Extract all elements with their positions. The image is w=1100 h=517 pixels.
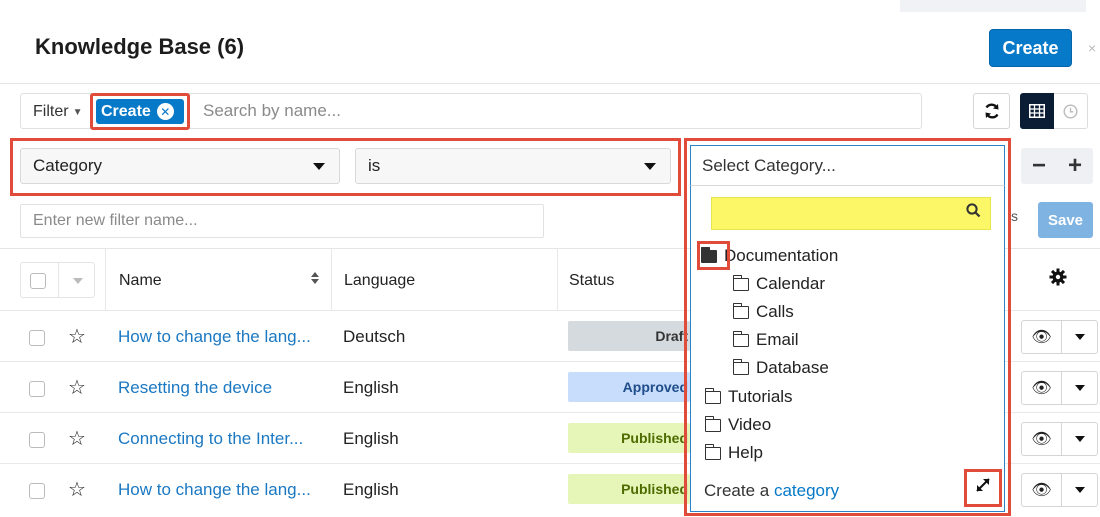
language-cell: English (343, 429, 399, 448)
preview-eye-icon[interactable]: 👁 (1022, 423, 1062, 455)
top-right-region (900, 0, 1086, 12)
preview-eye-icon[interactable]: 👁 (1022, 474, 1062, 506)
filter-operator-select[interactable]: is (355, 148, 671, 184)
chevron-down-icon: ▼ (72, 106, 83, 118)
save-button[interactable]: Save (1038, 202, 1093, 238)
row-actions-dropdown[interactable] (1062, 321, 1097, 353)
filter-field-value: Category (33, 156, 102, 175)
sort-icon[interactable] (310, 271, 320, 288)
filter-operator-value: is (368, 156, 381, 175)
row-actions-dropdown[interactable] (1062, 423, 1097, 455)
refresh-icon (984, 103, 999, 119)
caret-down-icon (313, 163, 325, 170)
active-filter-pill-label: Create (101, 102, 151, 120)
grid-view-icon (1029, 104, 1045, 118)
star-icon[interactable]: ☆ (68, 426, 86, 451)
language-cell: English (343, 480, 399, 499)
language-cell: English (343, 378, 399, 397)
active-filter-pill[interactable]: Create ✕ (96, 99, 184, 124)
row-checkbox[interactable] (29, 483, 45, 499)
star-icon[interactable]: ☆ (68, 324, 86, 349)
refresh-button[interactable] (973, 93, 1010, 129)
row-checkbox[interactable] (29, 330, 45, 346)
list-view-toggle[interactable] (1020, 93, 1054, 129)
row-actions-dropdown[interactable] (1062, 372, 1097, 404)
clock-icon (1063, 103, 1078, 119)
search-input[interactable]: Search by name... (203, 101, 341, 121)
remove-row-button[interactable]: − (1032, 152, 1046, 180)
language-cell: Deutsch (343, 327, 406, 346)
caret-down-icon (644, 163, 656, 170)
status-badge: Draft (568, 321, 690, 351)
preview-eye-icon[interactable]: 👁 (1022, 321, 1062, 353)
row-checkbox[interactable] (29, 381, 45, 397)
star-icon[interactable]: ☆ (68, 477, 86, 502)
folder-toggle-highlight (697, 241, 730, 270)
preview-eye-icon[interactable]: 👁 (1022, 372, 1062, 404)
filter-label: Filter (33, 103, 69, 120)
status-badge: Published (568, 423, 690, 453)
select-all-control[interactable] (20, 262, 95, 298)
category-dropdown-highlight (684, 138, 1011, 516)
activity-stream-toggle[interactable] (1054, 93, 1088, 129)
mass-actions-caret-icon[interactable] (73, 278, 83, 284)
gear-icon[interactable] (1049, 268, 1067, 292)
row-actions: 👁 (1021, 422, 1098, 456)
select-all-checkbox[interactable] (30, 273, 46, 289)
record-name-link[interactable]: How to change the lang... (118, 327, 311, 347)
header-divider (0, 83, 1100, 84)
row-actions: 👁 (1021, 473, 1098, 507)
record-name-link[interactable]: Resetting the device (118, 378, 272, 398)
page-title: Knowledge Base (6) (35, 34, 245, 59)
status-badge: Approved (568, 372, 690, 402)
filter-dropdown-button[interactable]: Filter ▼ (33, 100, 82, 124)
column-header-status[interactable]: Status (569, 272, 614, 290)
column-header-language[interactable]: Language (344, 272, 415, 290)
column-header-name[interactable]: Name (119, 272, 162, 290)
expand-highlight (964, 469, 1002, 507)
remove-filter-icon[interactable]: ✕ (156, 103, 174, 120)
filter-field-select[interactable]: Category (20, 148, 340, 184)
row-checkbox[interactable] (29, 432, 45, 448)
filter-name-input[interactable]: Enter new filter name... (20, 204, 544, 238)
star-icon[interactable]: ☆ (68, 375, 86, 400)
row-actions: 👁 (1021, 320, 1098, 354)
record-name-link[interactable]: How to change the lang... (118, 480, 311, 500)
row-actions-dropdown[interactable] (1062, 474, 1097, 506)
cancel-link-fragment: s (1011, 208, 1018, 224)
create-button[interactable]: Create (989, 29, 1072, 67)
filter-row-controls: − + (1021, 148, 1093, 184)
row-actions: 👁 (1021, 371, 1098, 405)
close-icon[interactable]: × (1088, 40, 1096, 56)
add-row-button[interactable]: + (1068, 152, 1082, 180)
status-badge: Published (568, 474, 690, 504)
record-name-link[interactable]: Connecting to the Inter... (118, 429, 303, 449)
